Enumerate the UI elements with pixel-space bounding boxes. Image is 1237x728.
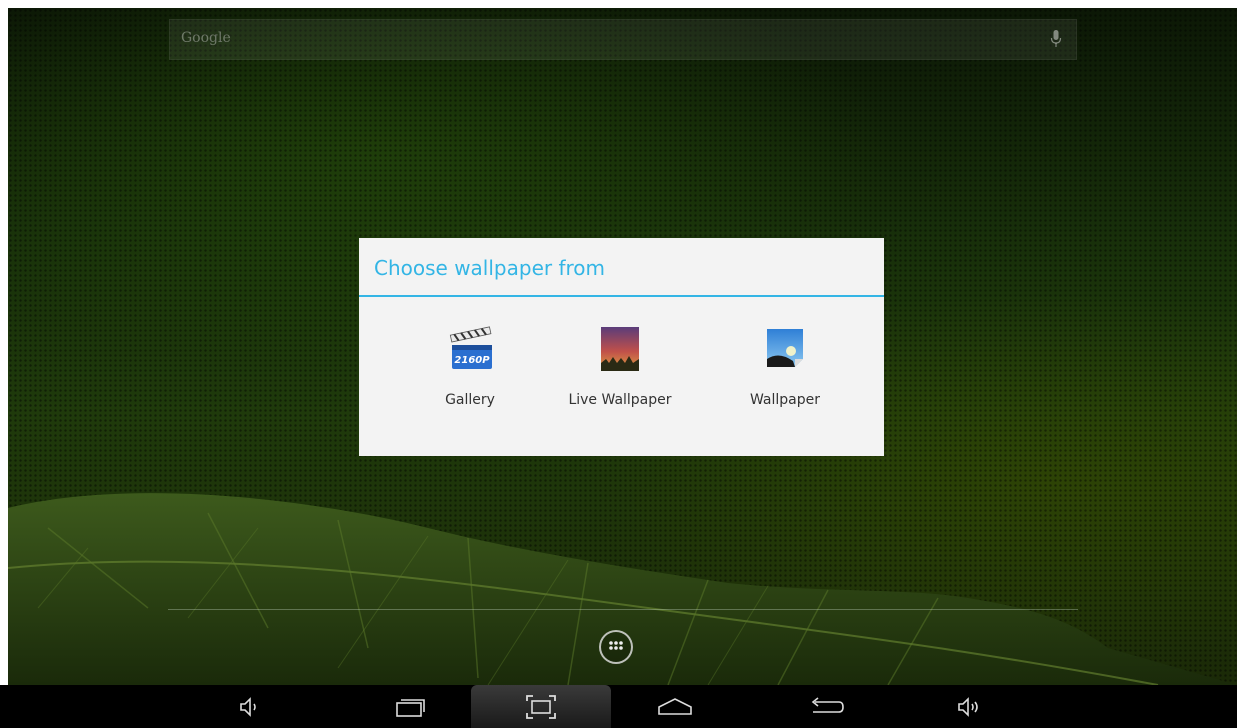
option-gallery-label: Gallery (445, 392, 495, 408)
navigation-bar (0, 685, 1237, 728)
screenshot-button[interactable] (511, 685, 571, 728)
option-live-wallpaper-label: Live Wallpaper (568, 392, 672, 408)
gallery-icon-text: 2160P (454, 355, 490, 366)
option-live-wallpaper[interactable]: Live Wallpaper (550, 323, 690, 423)
volume-up-icon (958, 696, 978, 717)
recent-apps-button[interactable] (380, 685, 440, 728)
all-apps-button[interactable] (599, 630, 633, 664)
google-search-bar[interactable]: Google (169, 19, 1077, 60)
dialog-title-divider (359, 295, 884, 297)
option-wallpaper[interactable]: Wallpaper (715, 323, 855, 423)
back-icon (811, 696, 844, 713)
screenshot-icon (526, 694, 556, 719)
sunset-wallpaper-icon (601, 327, 639, 371)
volume-down-button[interactable] (220, 685, 280, 728)
mic-icon[interactable] (1050, 30, 1062, 48)
back-button[interactable] (795, 685, 855, 728)
home-icon (658, 697, 692, 715)
volume-down-icon (240, 696, 256, 717)
volume-up-button[interactable] (940, 685, 1000, 728)
search-placeholder: Google (181, 30, 231, 46)
choose-wallpaper-dialog: Choose wallpaper from 2160P Gallery Live… (359, 238, 884, 456)
option-gallery[interactable]: 2160P Gallery (400, 323, 540, 423)
apps-grid-icon (609, 641, 623, 650)
clapperboard-icon: 2160P (449, 326, 492, 369)
dialog-title: Choose wallpaper from (374, 256, 605, 280)
picture-icon (767, 329, 803, 367)
dock-divider (168, 609, 1078, 610)
home-button[interactable] (645, 685, 705, 728)
option-wallpaper-label: Wallpaper (749, 392, 821, 408)
recent-apps-icon (396, 698, 425, 717)
